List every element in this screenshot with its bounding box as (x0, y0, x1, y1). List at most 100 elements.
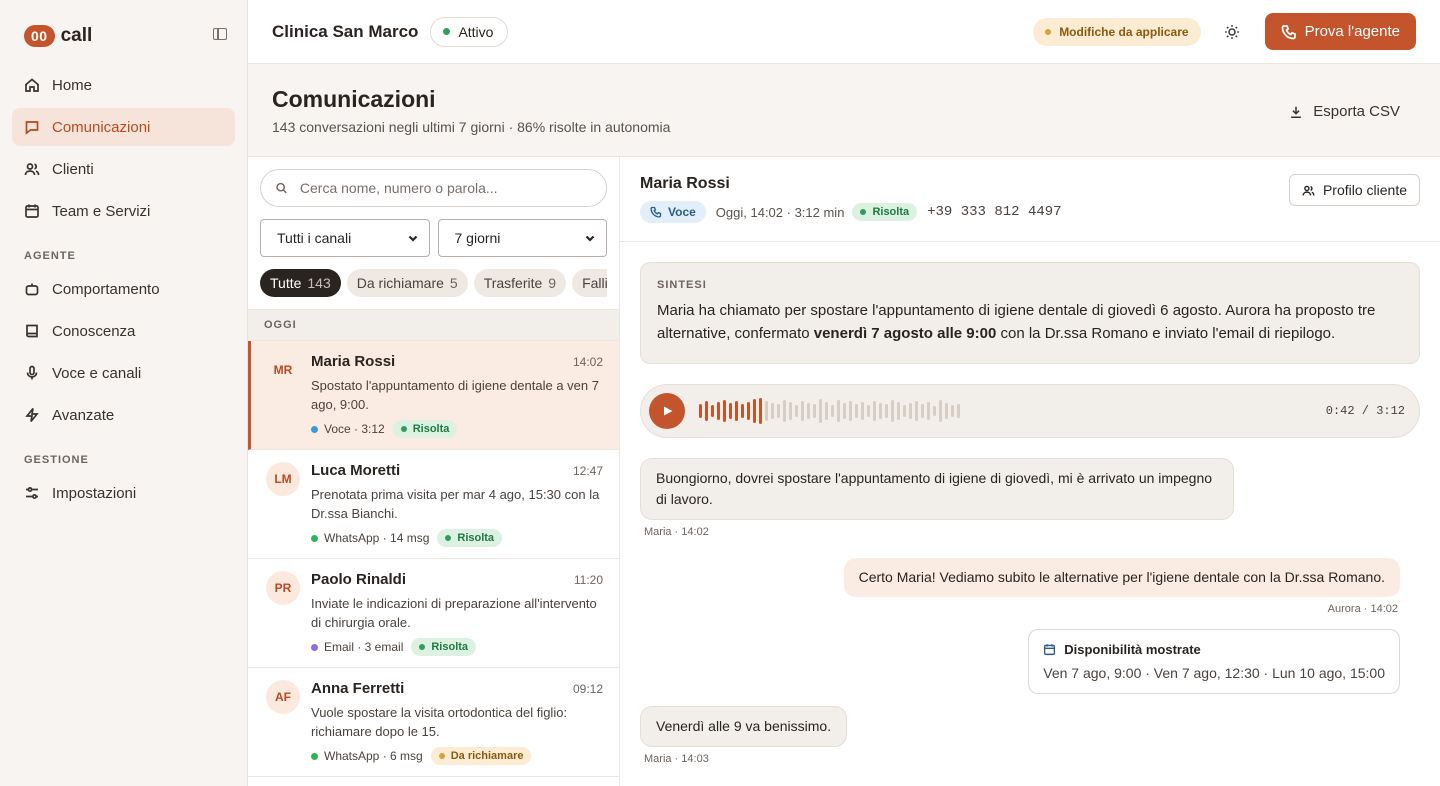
sidebar-item-voce-canali[interactable]: Voce e canali (12, 354, 235, 392)
clinic-name: Clinica San Marco (272, 21, 419, 41)
waveform-bar (753, 399, 756, 423)
sidebar: 00 call Home Comunicazioni Clienti Team … (0, 0, 248, 786)
waveform-bar (717, 402, 720, 420)
summary-card: SINTESI Maria ha chiamato per spostare l… (640, 262, 1420, 364)
audio-waveform[interactable] (699, 396, 960, 426)
phone-number[interactable]: +39 333 812 4497 (927, 204, 1061, 220)
audio-time: 0:42 / 3:12 (1325, 404, 1405, 418)
message-row-incoming: Venerdì alle 9 va benissimo. Maria · 14:… (640, 706, 1420, 765)
conversation-list-panel: Tutti i canali 7 giorni Tutte 143 (248, 157, 620, 786)
conversation-item[interactable]: PR Paolo Rinaldi 11:20 Inviate le indica… (248, 559, 619, 668)
status-filter-chips: Tutte 143 Da richiamare 5 Trasferite 9 F… (260, 269, 607, 309)
status-label: Risolta (457, 532, 495, 544)
customer-profile-label: Profilo cliente (1322, 182, 1407, 198)
whatsapp-channel-icon (311, 752, 318, 760)
bolt-icon (24, 407, 40, 423)
sidebar-toggle-icon[interactable] (213, 28, 227, 40)
conversation-item[interactable]: LM Luca Moretti 12:47 Prenotata prima vi… (248, 450, 619, 559)
period-select[interactable]: 7 giorni (437, 219, 607, 257)
sidebar-item-avanzate[interactable]: Avanzate (12, 396, 235, 434)
waveform-bar (801, 401, 804, 421)
waveform-bar (795, 405, 798, 417)
play-button[interactable] (649, 393, 685, 429)
waveform-bar (939, 400, 942, 422)
phone-icon (1281, 24, 1296, 39)
pending-dot-icon (1045, 28, 1052, 35)
sidebar-item-home[interactable]: Home (12, 66, 235, 104)
download-icon (1291, 106, 1302, 118)
conversation-head: Paolo Rinaldi 11:20 (311, 571, 603, 588)
email-channel-icon (311, 643, 318, 651)
message-row-incoming: Buongiorno, dovrei spostare l'appuntamen… (640, 458, 1420, 538)
waveform-bar (741, 404, 744, 418)
whatsapp-channel-icon (311, 534, 318, 542)
channel-label: WhatsApp · 14 msg (324, 531, 430, 545)
chip-fallite[interactable]: Fallite (572, 269, 607, 297)
sidebar-item-impostazioni[interactable]: Impostazioni (12, 474, 235, 512)
conversation-time: 14:02 (572, 355, 603, 369)
waveform-bar (711, 405, 714, 417)
conversation-item[interactable]: MR Maria Rossi 14:02 Spostato l'appuntam… (248, 341, 619, 450)
availability-title: Disponibilità mostrate (1043, 642, 1385, 657)
brand-badge: 00 (24, 25, 55, 47)
waveform-bar (849, 401, 852, 421)
search-input[interactable] (299, 180, 592, 196)
detail-header: Maria Rossi Voce Oggi, 14:02 · 3:12 min … (620, 157, 1440, 242)
sun-icon[interactable] (1217, 17, 1247, 47)
sidebar-item-clienti[interactable]: Clienti (12, 150, 235, 188)
chip-tutte[interactable]: Tutte 143 (260, 269, 341, 297)
status-label: Da richiamare (450, 750, 524, 762)
brand-logo[interactable]: 00 call (0, 0, 247, 48)
waveform-bar (927, 402, 930, 420)
availability-slots: Ven 7 ago, 9:00 · Ven 7 ago, 12:30 · Lun… (1043, 665, 1385, 681)
message-caption: Aurora · 14:02 (1327, 603, 1398, 615)
try-agent-button[interactable]: Prova l'agente (1264, 13, 1416, 50)
sidebar-item-label: Avanzate (52, 406, 115, 424)
conversation-item[interactable]: AF Anna Ferretti 09:12 Vuole spostare la… (248, 668, 619, 777)
pending-changes-label: Modifiche da applicare (1059, 24, 1189, 39)
waveform-bar (909, 403, 912, 419)
export-csv-button[interactable]: Esporta CSV (1289, 103, 1400, 120)
bot-icon (24, 281, 40, 297)
waveform-bar (747, 402, 750, 420)
calendar-icon (1044, 644, 1056, 656)
pending-changes-badge[interactable]: Modifiche da applicare (1033, 17, 1201, 46)
sliders-icon (24, 485, 40, 501)
status-dot-icon (443, 28, 451, 35)
message-bubble: Venerdì alle 9 va benissimo. (640, 706, 848, 747)
waveform-bar (831, 405, 834, 417)
waveform-bar (699, 404, 702, 418)
conversation-detail-panel: Maria Rossi Voce Oggi, 14:02 · 3:12 min … (620, 157, 1440, 786)
agent-status-badge[interactable]: Attivo (430, 16, 509, 47)
waveform-bar (765, 401, 768, 421)
status-dot-icon (419, 644, 426, 650)
waveform-bar (783, 400, 786, 422)
sidebar-item-label: Home (52, 76, 93, 94)
filters: Tutti i canali 7 giorni (260, 219, 607, 257)
conversation-preview: Spostato l'appuntamento di igiene dental… (311, 378, 599, 412)
sidebar-item-label: Comportamento (52, 280, 160, 298)
chip-da-richiamare[interactable]: Da richiamare 5 (346, 269, 468, 297)
sidebar-item-conoscenza[interactable]: Conoscenza (12, 312, 235, 350)
customer-profile-button[interactable]: Profilo cliente (1288, 174, 1420, 206)
status-badge: Risolta (392, 420, 458, 438)
sidebar-item-label: Impostazioni (52, 484, 137, 502)
chip-count: 5 (449, 275, 458, 291)
search-box[interactable] (260, 169, 607, 207)
channel-select[interactable]: Tutti i canali (260, 219, 430, 257)
waveform-bar (837, 400, 840, 422)
summary-label: SINTESI (657, 279, 707, 291)
waveform-bar (885, 404, 888, 418)
sidebar-item-label: Clienti (52, 160, 94, 178)
chip-trasferite[interactable]: Trasferite 9 (473, 269, 567, 297)
calendar-icon (24, 203, 40, 219)
sidebar-item-team-servizi[interactable]: Team e Servizi (12, 192, 235, 230)
summary-text: Maria ha chiamato per spostare l'appunta… (657, 299, 1403, 345)
sidebar-item-comportamento[interactable]: Comportamento (12, 270, 235, 308)
waveform-bar (819, 399, 822, 423)
chip-label: Fallite (582, 275, 607, 291)
audio-player: 0:42 / 3:12 (640, 384, 1420, 438)
sidebar-item-comunicazioni[interactable]: Comunicazioni (12, 108, 235, 146)
page-header: Comunicazioni 143 conversazioni negli ul… (248, 64, 1440, 157)
page-subtitle: 143 conversazioni negli ultimi 7 giorni … (272, 119, 671, 135)
